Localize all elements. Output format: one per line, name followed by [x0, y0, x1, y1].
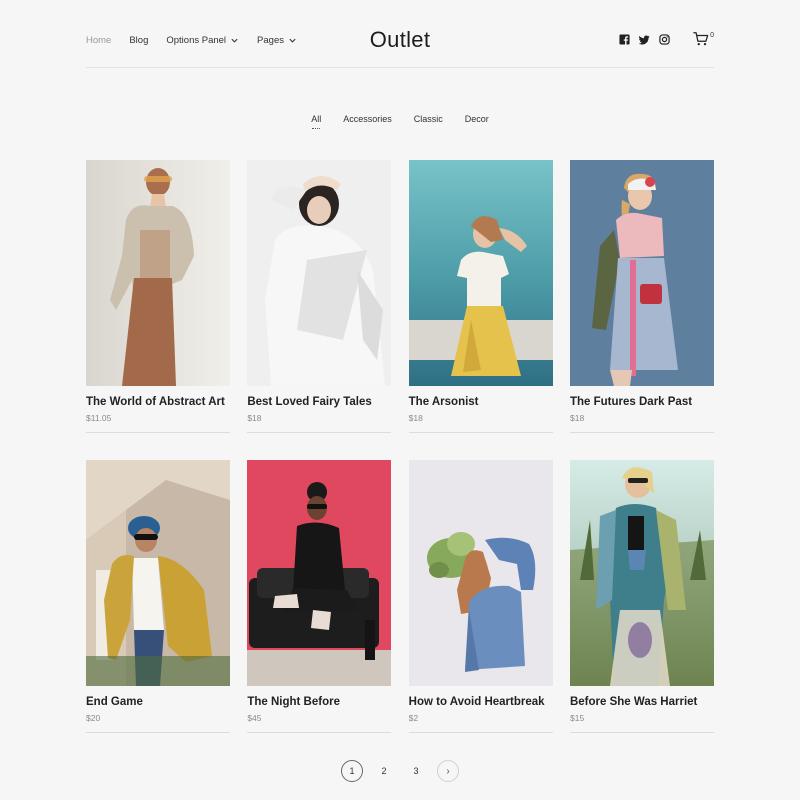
product-image[interactable] [408, 160, 553, 386]
product-price: $2 [408, 713, 419, 723]
product-price: $11.05 [86, 413, 112, 423]
product-image[interactable] [86, 460, 230, 686]
cart-icon [693, 32, 709, 46]
product-card[interactable]: Before She Was Harriet $15 [569, 460, 714, 733]
product-image[interactable] [247, 160, 392, 386]
product-card[interactable]: End Game $20 [86, 460, 230, 733]
pagination: 1 2 3 › [0, 760, 800, 782]
cart-button[interactable]: 0 [693, 31, 714, 47]
product-title[interactable]: End Game [86, 696, 143, 708]
product-title[interactable]: How to Avoid Heartbreak [409, 696, 545, 708]
filter-classic[interactable]: Classic [414, 114, 443, 124]
next-page-button[interactable]: › [437, 760, 459, 782]
product-card[interactable]: Best Loved Fairy Tales $18 [247, 160, 392, 433]
page-1[interactable]: 1 [341, 760, 363, 782]
instagram-icon[interactable] [659, 34, 670, 45]
chevron-down-icon [231, 38, 238, 43]
product-title[interactable]: Best Loved Fairy Tales [247, 396, 371, 408]
nav-home-label: Home [86, 35, 112, 46]
nav-home[interactable]: Home [86, 35, 111, 46]
product-card[interactable]: The Futures Dark Past $18 [569, 160, 714, 433]
nav-options-panel[interactable]: Options Panel [166, 35, 239, 46]
product-card[interactable]: The Arsonist $18 [408, 160, 553, 433]
nav-options-panel-label: Options Panel [166, 35, 227, 46]
product-title[interactable]: Before She Was Harriet [570, 696, 697, 708]
product-price: $15 [569, 713, 585, 723]
product-title[interactable]: The Night Before [247, 696, 340, 708]
product-title[interactable]: The Arsonist [409, 396, 479, 408]
social-links [610, 34, 670, 45]
product-title[interactable]: The Futures Dark Past [570, 396, 692, 408]
product-image[interactable] [247, 460, 392, 686]
chevron-down-icon [289, 38, 296, 43]
page-2[interactable]: 2 [373, 760, 395, 782]
product-title[interactable]: The World of Abstract Art [86, 396, 225, 408]
product-card[interactable]: The Night Before $45 [247, 460, 392, 733]
product-image[interactable] [569, 460, 714, 686]
filter-decor[interactable]: Decor [465, 114, 489, 124]
product-price: $18 [569, 413, 585, 423]
product-card[interactable]: How to Avoid Heartbreak $2 [408, 460, 553, 733]
nav-pages[interactable]: Pages [257, 35, 297, 46]
product-image[interactable] [86, 160, 230, 386]
site-header: Home Blog Options Panel Pages Outlet 0 [86, 22, 714, 68]
nav-blog-label: Blog [129, 35, 149, 46]
filter-all[interactable]: All [311, 114, 321, 129]
product-image[interactable] [408, 460, 553, 686]
product-grid: The World of Abstract Art $11.05 Best Lo… [86, 160, 714, 733]
product-price: $45 [247, 713, 262, 723]
page-3[interactable]: 3 [405, 760, 427, 782]
category-filters: All Accessories Classic Decor [0, 114, 800, 129]
cart-count: 0 [710, 32, 714, 39]
product-image[interactable] [569, 160, 714, 386]
product-card[interactable]: The World of Abstract Art $11.05 [86, 160, 230, 433]
product-price: $18 [408, 413, 423, 423]
nav-pages-label: Pages [257, 35, 284, 46]
facebook-icon[interactable] [619, 34, 630, 45]
filter-accessories[interactable]: Accessories [343, 114, 392, 124]
main-nav: Home Blog Options Panel Pages [86, 35, 315, 46]
twitter-icon[interactable] [639, 34, 650, 45]
product-price: $18 [247, 413, 262, 423]
product-price: $20 [86, 713, 101, 723]
nav-blog[interactable]: Blog [129, 35, 148, 46]
